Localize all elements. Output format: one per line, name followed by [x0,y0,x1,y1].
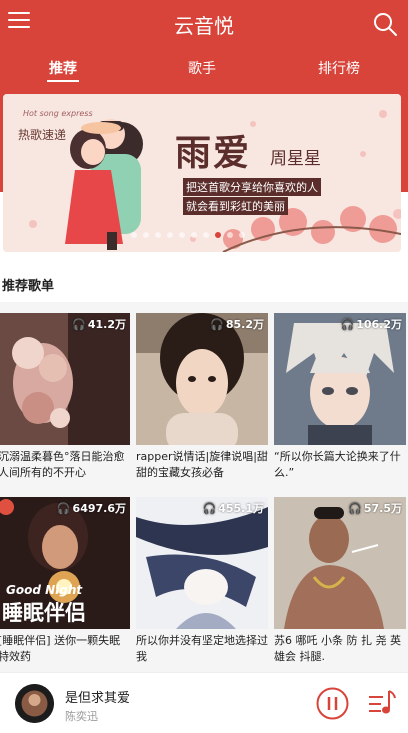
carousel-dot[interactable] [191,232,197,238]
playlist-cover [136,313,268,445]
playlist-title: “所以你长篇大论换来了什么.” [274,450,401,479]
play-count: 🎧 455.1万 [203,500,265,516]
album-art[interactable] [15,684,54,723]
tab-singers[interactable]: 歌手 [188,58,216,78]
play-count: 🎧 85.2万 [210,316,264,332]
play-count-value: 85.2万 [225,318,264,331]
carousel-dot[interactable] [227,232,233,238]
carousel-dot[interactable] [131,232,137,238]
playlist-cover [0,313,130,445]
play-count-value: 6497.6万 [72,502,126,515]
top-bar: 云音悦 [0,0,408,50]
play-count-value: 41.2万 [87,318,126,331]
playlist-title: 苏6 哪吒 小条 防 扎 尧 英雄会 抖腿. [274,634,401,663]
carousel-dot[interactable] [167,232,173,238]
search-icon[interactable] [372,11,398,37]
playlist-title: [睡眠伴侣] 送你一颗失眠特效药 [0,634,121,663]
tab-label: 推荐 [49,61,77,77]
headphones-icon: 🎧 [348,501,362,515]
playlist-title: 沉溺温柔暮色°落日能治愈人间所有的不开心 [0,450,125,479]
play-count-value: 106.2万 [356,318,402,331]
playlist-title: rapper说情话|旋律说唱|甜甜的宝藏女孩必备 [136,450,268,479]
banner-line-2: 就会看到彩虹的美丽 [183,197,288,215]
playlist-cover [274,313,406,445]
tab-recommend[interactable]: 推荐 [47,58,79,82]
current-song-artist: 陈奕迅 [65,710,98,723]
cover-subtitle: Good Night [6,583,83,597]
play-count-value: 455.1万 [218,502,264,515]
playlist-title: 所以你并没有坚定地选择过我 [136,634,268,663]
section-title: 推荐歌单 [2,279,55,294]
headphones-icon: 🎧 [202,501,217,515]
pause-icon[interactable] [316,687,349,720]
carousel-dot[interactable] [203,232,209,238]
play-count: 🎧 57.5万 [348,500,402,516]
banner-tag: 热歌速递 [18,128,67,142]
headphones-icon: 🎧 [72,317,86,331]
play-count-value: 57.5万 [363,502,402,515]
banner-carousel[interactable]: Hot song express 热歌速递 雨爱 周星星 把这首歌分享给你喜欢的… [3,94,401,252]
app-title: 云音悦 [174,14,234,38]
headphones-icon: 🎧 [340,317,355,331]
carousel-dot[interactable] [143,232,149,238]
headphones-icon: 🎧 [210,317,224,331]
playlist-icon[interactable] [366,687,398,719]
tab-charts[interactable]: 排行榜 [318,58,360,78]
banner-small-caption: Hot song express [23,109,93,118]
playlist-cover [136,497,268,629]
carousel-dot[interactable] [239,232,245,238]
cover-title: 睡眠伴侣 [2,601,86,625]
play-count: 🎧 6497.6万 [57,500,126,516]
playlist-cover [274,497,406,629]
tab-label: 排行榜 [318,61,360,77]
tab-label: 歌手 [188,61,216,77]
headphones-icon: 🎧 [56,501,71,515]
tab-active-indicator [47,80,79,82]
tab-bar: 推荐 歌手 排行榜 [0,58,408,88]
banner-line-1: 把这首歌分享给你喜欢的人 [183,178,321,196]
current-song-title: 是但求其爱 [65,691,131,706]
play-count: 🎧 106.2万 [341,316,403,332]
banner-headline: 雨爱 [175,133,252,174]
mini-player[interactable]: 是但求其爱 陈奕迅 [0,672,408,733]
carousel-indicators [131,232,245,238]
carousel-dot[interactable] [155,232,161,238]
play-count: 🎧 41.2万 [72,316,126,332]
banner-artist: 周星星 [270,149,321,169]
carousel-dot[interactable] [179,232,185,238]
carousel-dot[interactable] [215,232,221,238]
